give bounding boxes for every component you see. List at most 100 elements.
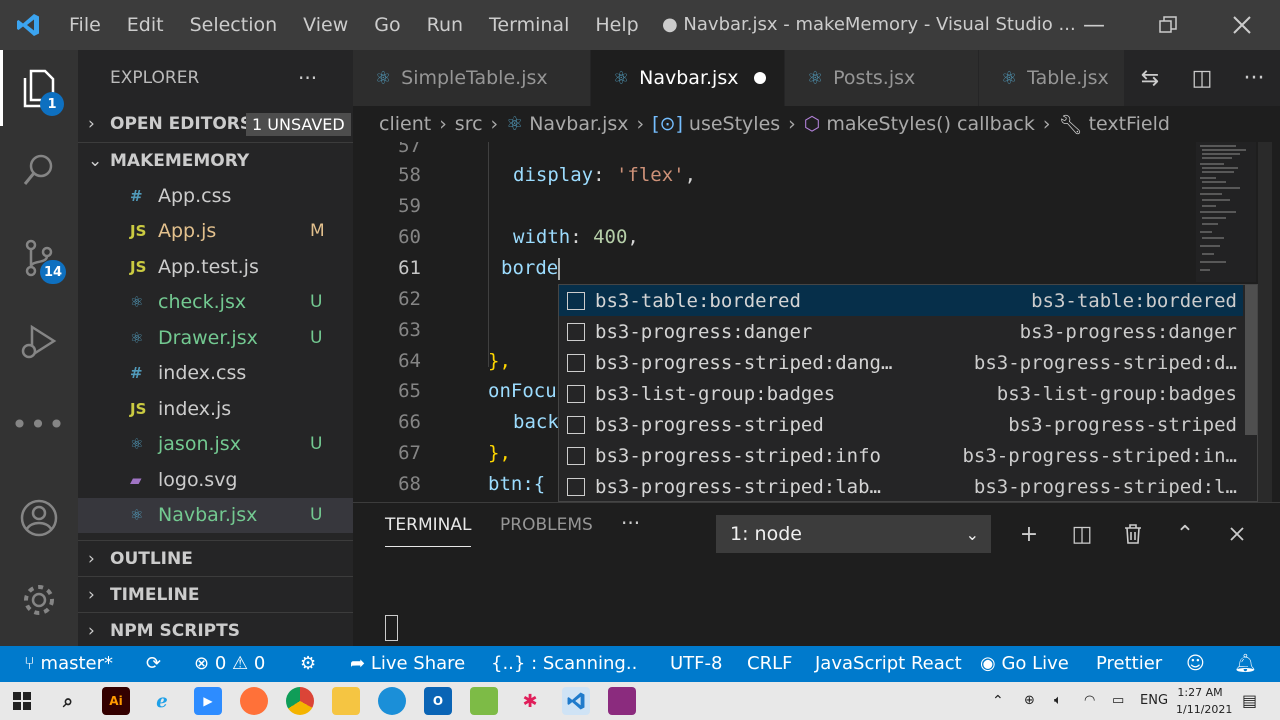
maximize-panel-button[interactable]: ⌃ bbox=[1160, 515, 1210, 553]
slack-icon[interactable]: ✱ bbox=[516, 687, 544, 715]
file-item[interactable]: # index.css bbox=[78, 356, 353, 392]
editor-scrollbar[interactable] bbox=[1258, 142, 1272, 502]
suggestion-item[interactable]: bs3-progress-striped:dang… bs3-progress-… bbox=[559, 347, 1243, 378]
tab-terminal[interactable]: TERMINAL bbox=[385, 515, 472, 547]
tray-volume-icon[interactable]: 🔈︎ bbox=[1054, 682, 1062, 720]
winrar-icon[interactable] bbox=[608, 687, 636, 715]
file-item[interactable]: JS App.js M bbox=[78, 214, 353, 250]
close-panel-button[interactable] bbox=[1212, 515, 1262, 553]
split-editor-icon[interactable]: ◫ bbox=[1176, 66, 1228, 91]
open-editors-section[interactable]: › OPEN EDITORS 1 UNSAVED bbox=[78, 106, 353, 142]
menu-help[interactable]: Help bbox=[582, 0, 651, 50]
language-status[interactable]: JavaScript React bbox=[815, 646, 962, 682]
file-item[interactable]: ⚛ Navbar.jsx U bbox=[78, 497, 353, 533]
breadcrumb-callback[interactable]: makeStyles() callback bbox=[826, 113, 1034, 135]
windows-start-icon[interactable] bbox=[8, 687, 36, 715]
outline-section[interactable]: › OUTLINE bbox=[78, 540, 353, 576]
run-icon[interactable]: ⚙ bbox=[300, 646, 316, 682]
vscode-taskbar-icon[interactable] bbox=[562, 687, 590, 715]
taskbar-search-icon[interactable]: ⌕ bbox=[54, 687, 82, 715]
menu-view[interactable]: View bbox=[290, 0, 361, 50]
clock[interactable]: 1:27 AM 1/11/2021 bbox=[1176, 684, 1232, 718]
minimap[interactable] bbox=[1196, 142, 1256, 282]
illustrator-icon[interactable]: Ai bbox=[102, 687, 130, 715]
more-actions-icon[interactable]: ··· bbox=[1228, 66, 1280, 91]
suggestion-item[interactable]: bs3-progress-striped:info bs3-progress-s… bbox=[559, 440, 1243, 471]
menu-selection[interactable]: Selection bbox=[177, 0, 291, 50]
tab-simpletable[interactable]: ⚛ SimpleTable.jsx bbox=[353, 50, 591, 106]
breadcrumb-textfield[interactable]: textField bbox=[1089, 113, 1170, 135]
menu-run[interactable]: Run bbox=[414, 0, 476, 50]
edge-legacy-icon[interactable]: ℯ bbox=[148, 687, 176, 715]
menu-edit[interactable]: Edit bbox=[114, 0, 177, 50]
sync-icon[interactable]: ⟳ bbox=[146, 646, 161, 682]
tray-battery-icon[interactable]: ▭ bbox=[1112, 682, 1124, 720]
branch-status[interactable]: ⑂ master* bbox=[24, 646, 113, 682]
menu-go[interactable]: Go bbox=[361, 0, 413, 50]
minimize-button[interactable]: — bbox=[1058, 0, 1130, 50]
breadcrumb-src[interactable]: src bbox=[455, 113, 483, 135]
run-debug-activity-button[interactable] bbox=[0, 306, 78, 378]
tab-posts[interactable]: ⚛ Posts.jsx bbox=[785, 50, 979, 106]
breadcrumb-file[interactable]: Navbar.jsx bbox=[529, 113, 628, 135]
tray-wifi-icon[interactable]: ◠ bbox=[1084, 682, 1095, 720]
menu-file[interactable]: File bbox=[56, 0, 114, 50]
breadcrumb-usestyles[interactable]: useStyles bbox=[689, 113, 780, 135]
tray-chevron-up-icon[interactable]: ⌃ bbox=[992, 682, 1004, 720]
encoding-status[interactable]: UTF-8 bbox=[670, 646, 722, 682]
npm-scripts-section[interactable]: › NPM SCRIPTS bbox=[78, 612, 353, 648]
input-language[interactable]: ENG bbox=[1140, 682, 1168, 720]
compare-changes-icon[interactable]: ⇆ bbox=[1124, 66, 1176, 91]
explorer-activity-button[interactable]: 1 bbox=[0, 52, 78, 124]
feedback-icon[interactable]: ☺ bbox=[1186, 646, 1205, 682]
action-center-icon[interactable]: ▤ bbox=[1242, 682, 1257, 720]
notifications-bell-icon[interactable]: 🔔︎ bbox=[1234, 646, 1257, 682]
tray-network-icon[interactable]: ⊕ bbox=[1024, 682, 1035, 720]
suggestion-item[interactable]: bs3-table:bordered bs3-table:bordered bbox=[559, 285, 1243, 316]
file-item[interactable]: # App.css bbox=[78, 178, 353, 214]
extensions-activity-button[interactable]: ••• bbox=[0, 388, 78, 460]
new-terminal-button[interactable]: + bbox=[1004, 515, 1054, 553]
file-item[interactable]: ⚛ jason.jsx U bbox=[78, 427, 353, 463]
source-control-activity-button[interactable]: 14 bbox=[0, 222, 78, 294]
problems-status[interactable]: ⊗ 0 ⚠ 0 bbox=[194, 646, 265, 682]
project-section[interactable]: ⌄ MAKEMEMORY bbox=[78, 142, 353, 178]
search-activity-button[interactable] bbox=[0, 134, 78, 206]
tab-table[interactable]: ⚛ Table.jsx bbox=[979, 50, 1129, 106]
breadcrumb-client[interactable]: client bbox=[379, 113, 431, 135]
zoom-icon[interactable]: ▶ bbox=[194, 687, 222, 715]
split-terminal-button[interactable]: ◫ bbox=[1057, 515, 1107, 553]
terminal-select[interactable]: 1: node ⌄ bbox=[716, 515, 991, 553]
file-item[interactable]: ▰ logo.svg bbox=[78, 462, 353, 498]
kill-terminal-button[interactable] bbox=[1108, 515, 1158, 553]
file-item[interactable]: JS App.test.js bbox=[78, 249, 353, 285]
explorer-more-button[interactable]: ··· bbox=[298, 66, 317, 90]
chrome-icon[interactable] bbox=[286, 687, 314, 715]
manage-button[interactable] bbox=[0, 564, 78, 636]
suggestion-item[interactable]: bs3-progress-striped:lab… bs3-progress-s… bbox=[559, 471, 1243, 501]
menu-terminal[interactable]: Terminal bbox=[476, 0, 582, 50]
accounts-button[interactable] bbox=[0, 482, 78, 554]
file-item[interactable]: ⚛ check.jsx U bbox=[78, 285, 353, 321]
close-window-button[interactable] bbox=[1206, 0, 1278, 50]
prettier-status[interactable]: Prettier bbox=[1096, 646, 1162, 682]
tab-problems[interactable]: PROBLEMS bbox=[500, 515, 593, 535]
firefox-icon[interactable] bbox=[240, 687, 268, 715]
file-item[interactable]: JS index.js bbox=[78, 391, 353, 427]
suggestion-item[interactable]: bs3-progress:danger bs3-progress:danger bbox=[559, 316, 1243, 347]
file-explorer-icon[interactable] bbox=[332, 687, 360, 715]
live-share-button[interactable]: ➦ Live Share bbox=[350, 646, 465, 682]
suggestion-item[interactable]: bs3-list-group:badges bs3-list-group:bad… bbox=[559, 378, 1243, 409]
outlook-icon[interactable]: O bbox=[424, 687, 452, 715]
tab-navbar[interactable]: ⚛ Navbar.jsx bbox=[591, 50, 785, 106]
file-item[interactable]: ⚛ Drawer.jsx U bbox=[78, 320, 353, 356]
go-live-button[interactable]: ◉ Go Live bbox=[980, 646, 1069, 682]
eol-status[interactable]: CRLF bbox=[747, 646, 792, 682]
restore-button[interactable] bbox=[1132, 0, 1204, 50]
edge-icon[interactable] bbox=[378, 687, 406, 715]
app-icon[interactable] bbox=[470, 687, 498, 715]
panel-more-button[interactable]: ··· bbox=[621, 511, 640, 535]
suggestion-item[interactable]: bs3-progress-striped bs3-progress-stripe… bbox=[559, 409, 1243, 440]
timeline-section[interactable]: › TIMELINE bbox=[78, 576, 353, 612]
unsaved-dot-icon[interactable] bbox=[754, 72, 766, 84]
